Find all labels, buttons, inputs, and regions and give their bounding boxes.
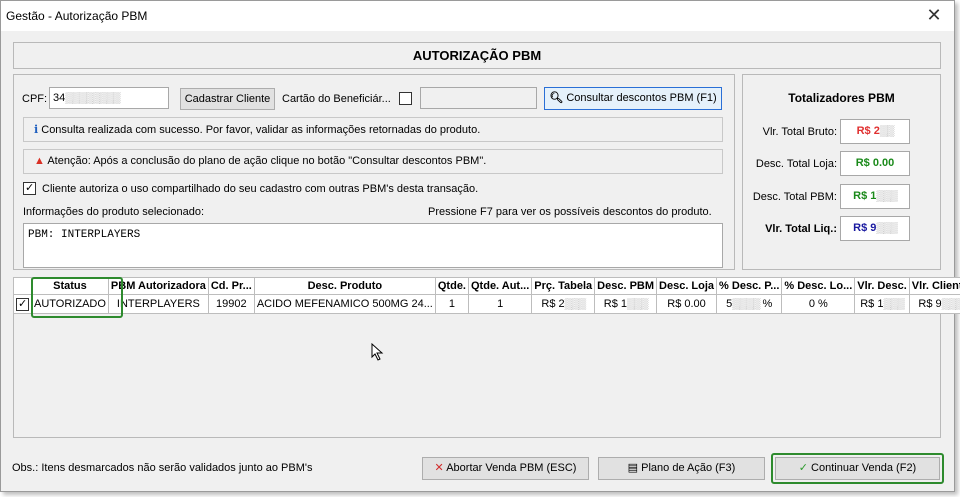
close-x-icon: ✕ <box>434 462 444 474</box>
col-desc-pbm[interactable]: Desc. PBM <box>594 277 658 295</box>
close-icon[interactable]: ✕ <box>922 4 946 28</box>
cartao-checkbox[interactable] <box>399 92 412 105</box>
plano-acao-label: Plano de Ação (F3) <box>641 462 736 474</box>
col-pbm-autorizadora[interactable]: PBM Autorizadora <box>107 277 209 295</box>
table-row[interactable]: ✓ AUTORIZADO INTERPLAYERS 19902 ACIDO ME… <box>13 294 960 314</box>
mouse-cursor-icon <box>371 343 384 361</box>
status-highlight <box>31 277 123 318</box>
liq-value: R$ 9▒▒▒ <box>840 216 910 241</box>
col-prc-tabela[interactable]: Prç. Tabela <box>531 277 596 295</box>
warning-message-bar: ▲ Atenção: Após a conclusão do plano de … <box>23 149 723 174</box>
desc-pbm-value: R$ 1 <box>603 298 628 310</box>
consent-label: Cliente autoriza o uso compartilhado do … <box>42 183 479 195</box>
bruto-value: R$ 2▒▒ <box>840 119 910 144</box>
bruto-amount: R$ 2 <box>856 125 880 137</box>
col-vlr-desc[interactable]: Vlr. Desc. <box>854 277 910 295</box>
cadastrar-cliente-button[interactable]: Cadastrar Cliente <box>180 88 275 110</box>
vlr-desc-value: R$ 1 <box>860 298 884 310</box>
cartao-input[interactable] <box>420 87 537 109</box>
desc-loja-cell: R$ 0.00 <box>656 294 718 314</box>
info-message: Consulta realizada com sucesso. Por favo… <box>41 124 481 136</box>
plano-acao-button[interactable]: ▤ Plano de Ação (F3) <box>598 457 765 480</box>
percent-suffix: % <box>762 298 773 310</box>
cartao-label: Cartão do Beneficiár... <box>282 93 391 105</box>
totalizadores-title: Totalizadores PBM <box>788 91 895 105</box>
info-icon: i <box>34 123 39 136</box>
pct-desc-loja-cell: 0 % <box>781 294 856 314</box>
pct-desc-pbm-cell: 5▒▒▒▒ % <box>716 294 783 314</box>
vlr-desc-cell: R$ 1▒▒▒ <box>854 294 910 314</box>
col-select[interactable] <box>13 277 32 295</box>
bruto-label: Vlr. Total Bruto: <box>762 126 837 138</box>
products-table: Status PBM Autorizadora Cd. Pr... Desc. … <box>13 277 960 314</box>
col-pct-desc-loja[interactable]: % Desc. Lo... <box>781 277 856 295</box>
col-pct-desc-pbm[interactable]: % Desc. P... <box>716 277 783 295</box>
pbm-value: R$ 1▒▒▒ <box>840 184 910 209</box>
page-title: AUTORIZAÇÃO PBM <box>13 42 941 69</box>
col-qtde-aut[interactable]: Qtde. Aut... <box>467 277 533 295</box>
cd-produto-cell: 19902 <box>207 294 255 314</box>
continuar-highlight <box>771 453 944 484</box>
liq-label: Vlr. Total Liq.: <box>765 223 837 235</box>
prc-tabela-cell: R$ 2▒▒▒ <box>531 294 596 314</box>
qtde-cell: 1 <box>434 294 470 314</box>
title-bar: Gestão - Autorização PBM ✕ <box>1 1 954 31</box>
cpf-value: 34 <box>53 92 66 104</box>
vlr-cliente-cell: R$ 9▒▒▒ <box>908 294 960 314</box>
clipboard-icon: ▤ <box>627 462 639 474</box>
row-checkbox[interactable]: ✓ <box>16 297 29 311</box>
abortar-venda-button[interactable]: ✕ Abortar Venda PBM (ESC) <box>422 457 589 480</box>
cpf-label: CPF: <box>22 93 48 105</box>
f7-hint: Pressione F7 para ver os possíveis desco… <box>428 206 712 218</box>
check-icon: ✓ <box>25 182 35 194</box>
desc-produto-cell: ACIDO MEFENAMICO 500MG 24... <box>253 294 436 314</box>
warning-icon: ▲ <box>34 155 45 167</box>
col-vlr-cliente[interactable]: Vlr. Cliente <box>908 277 960 295</box>
col-desc-produto[interactable]: Desc. Produto <box>253 277 436 295</box>
vlr-cliente-value: R$ 9 <box>918 298 942 310</box>
pbm-cell: INTERPLAYERS <box>107 294 209 314</box>
info-message-bar: i Consulta realizada com sucesso. Por fa… <box>23 117 723 142</box>
liq-amount: R$ 9 <box>853 222 877 234</box>
dialog-window: Gestão - Autorização PBM ✕ AUTORIZAÇÃO P… <box>0 0 960 492</box>
loja-label: Desc. Total Loja: <box>755 158 837 170</box>
prc-tabela-value: R$ 2 <box>541 298 565 310</box>
loja-value: R$ 0.00 <box>840 151 910 176</box>
check-icon: ✓ <box>18 297 28 310</box>
col-desc-loja[interactable]: Desc. Loja <box>656 277 718 295</box>
abortar-venda-label: Abortar Venda PBM (ESC) <box>446 462 577 474</box>
obs-text: Obs.: Itens desmarcados não serão valida… <box>12 462 313 474</box>
desc-pbm-cell: R$ 1▒▒▒ <box>594 294 658 314</box>
warning-message: Atenção: Após a conclusão do plano de aç… <box>47 155 487 167</box>
qtde-aut-cell: 1 <box>467 294 533 314</box>
consultar-descontos-button[interactable]: 🔍︎ Consultar descontos PBM (F1) <box>544 87 722 110</box>
cpf-input[interactable]: 34▒▒▒▒▒▒▒▒ <box>49 87 169 109</box>
col-qtde[interactable]: Qtde. <box>434 277 470 295</box>
product-info-label: Informações do produto selecionado: <box>23 206 205 218</box>
consent-checkbox[interactable]: ✓ <box>23 182 36 195</box>
consultar-descontos-label: Consultar descontos PBM (F1) <box>566 92 717 104</box>
pbm-amount: R$ 1 <box>853 190 877 202</box>
product-info-textarea[interactable]: PBM: INTERPLAYERS <box>23 223 723 268</box>
window-title: Gestão - Autorização PBM <box>6 9 148 23</box>
col-cd-produto[interactable]: Cd. Pr... <box>207 277 255 295</box>
table-header-row: Status PBM Autorizadora Cd. Pr... Desc. … <box>13 277 960 295</box>
row-select-cell[interactable]: ✓ <box>13 294 32 314</box>
search-icon: 🔍︎ <box>549 92 564 104</box>
pbm-label: Desc. Total PBM: <box>752 191 837 203</box>
